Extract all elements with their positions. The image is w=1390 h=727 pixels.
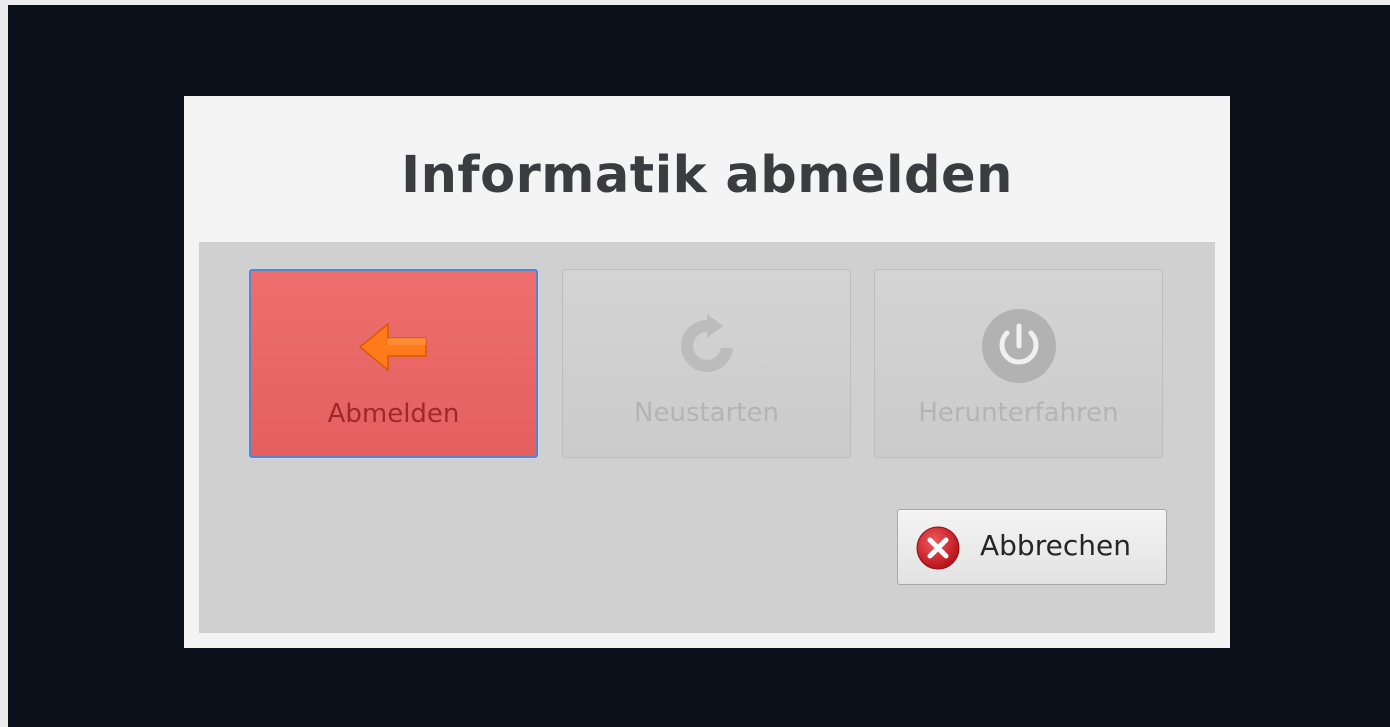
restart-button[interactable]: Neustarten <box>562 269 851 458</box>
restart-icon <box>680 314 733 372</box>
action-panel: Abmelden Neustarten Herunterfahren Abbre… <box>199 242 1215 633</box>
logout-dialog: Informatik abmelden Abmelden Neustarten <box>184 96 1230 648</box>
logout-label: Abmelden <box>327 399 460 429</box>
logout-arrow-icon <box>358 322 427 372</box>
shutdown-label: Herunterfahren <box>918 398 1119 428</box>
restart-label: Neustarten <box>634 398 779 428</box>
power-icon <box>981 309 1056 383</box>
cancel-button[interactable]: Abbrechen <box>897 509 1167 585</box>
cancel-label: Abbrechen <box>980 529 1131 562</box>
logout-button[interactable]: Abmelden <box>249 269 538 458</box>
dialog-title: Informatik abmelden <box>401 146 1013 205</box>
shutdown-button[interactable]: Herunterfahren <box>874 269 1163 458</box>
desktop-background: Informatik abmelden Abmelden Neustarten <box>8 5 1390 727</box>
cancel-icon <box>916 526 960 570</box>
